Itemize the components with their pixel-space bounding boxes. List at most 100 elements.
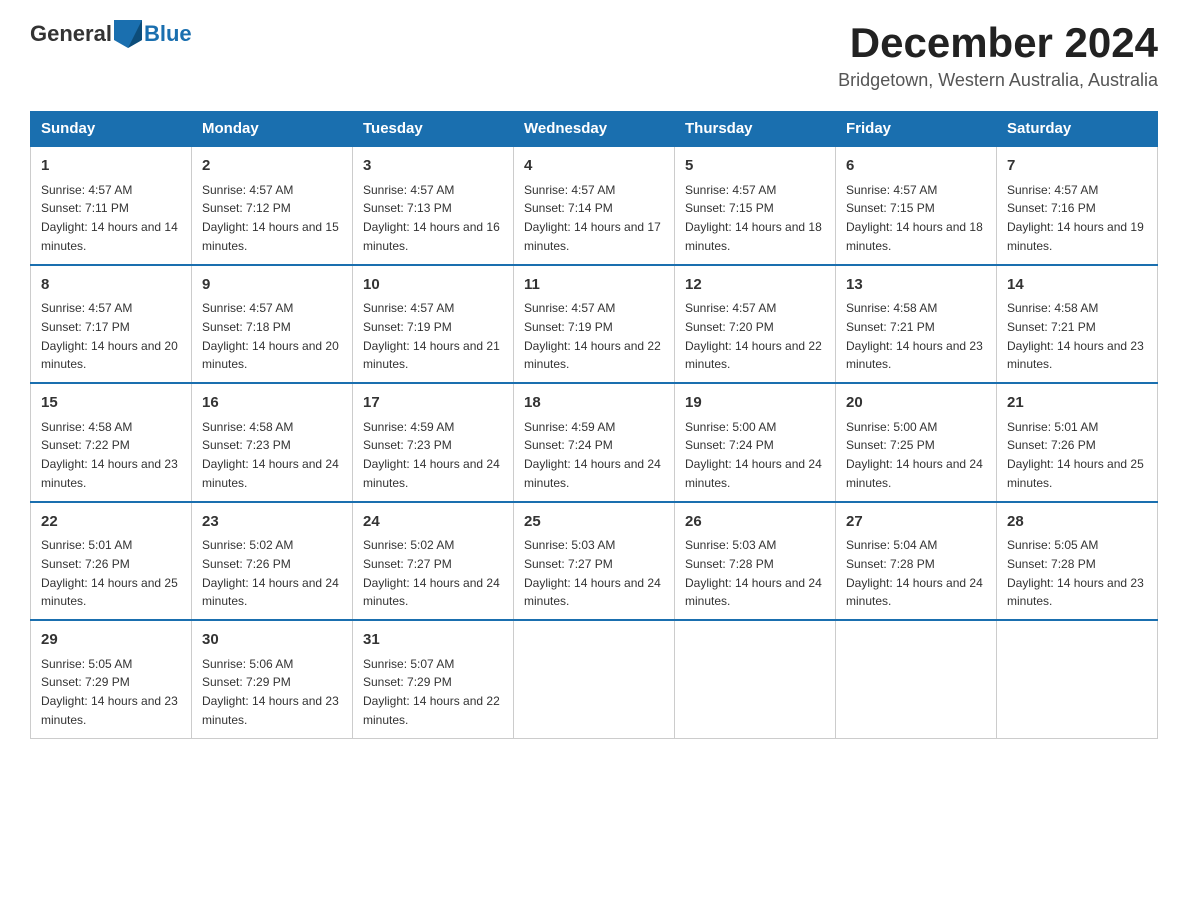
day-info: Sunrise: 4:58 AMSunset: 7:21 PMDaylight:… [1007, 301, 1144, 371]
day-info: Sunrise: 4:57 AMSunset: 7:16 PMDaylight:… [1007, 183, 1144, 253]
calendar-cell: 17 Sunrise: 4:59 AMSunset: 7:23 PMDayligh… [353, 383, 514, 502]
day-info: Sunrise: 4:59 AMSunset: 7:24 PMDaylight:… [524, 420, 661, 490]
header-saturday: Saturday [997, 112, 1158, 147]
logo-icon [114, 20, 142, 48]
logo-blue-text: Blue [144, 21, 192, 47]
day-number: 11 [524, 274, 664, 297]
day-number: 9 [202, 274, 342, 297]
day-info: Sunrise: 4:57 AMSunset: 7:18 PMDaylight:… [202, 301, 339, 371]
day-info: Sunrise: 4:59 AMSunset: 7:23 PMDaylight:… [363, 420, 500, 490]
calendar-cell [836, 620, 997, 738]
day-info: Sunrise: 4:57 AMSunset: 7:15 PMDaylight:… [846, 183, 983, 253]
day-number: 8 [41, 274, 181, 297]
calendar-cell: 9 Sunrise: 4:57 AMSunset: 7:18 PMDaylight… [192, 265, 353, 384]
calendar-cell: 28 Sunrise: 5:05 AMSunset: 7:28 PMDayligh… [997, 502, 1158, 621]
day-number: 30 [202, 629, 342, 652]
day-info: Sunrise: 5:01 AMSunset: 7:26 PMDaylight:… [1007, 420, 1144, 490]
day-number: 26 [685, 511, 825, 534]
day-info: Sunrise: 5:03 AMSunset: 7:28 PMDaylight:… [685, 538, 822, 608]
day-number: 3 [363, 155, 503, 178]
day-number: 7 [1007, 155, 1147, 178]
calendar-cell: 30Sunrise: 5:06 AMSunset: 7:29 PMDayligh… [192, 620, 353, 738]
day-info: Sunrise: 4:57 AMSunset: 7:15 PMDaylight:… [685, 183, 822, 253]
calendar-week-row: 1Sunrise: 4:57 AMSunset: 7:11 PMDaylight… [31, 146, 1158, 265]
calendar-cell: 20 Sunrise: 5:00 AMSunset: 7:25 PMDayligh… [836, 383, 997, 502]
day-number: 22 [41, 511, 181, 534]
day-number: 24 [363, 511, 503, 534]
logo: General Blue [30, 20, 192, 48]
calendar-cell: 25Sunrise: 5:03 AMSunset: 7:27 PMDayligh… [514, 502, 675, 621]
page-header: General Blue December 2024 Bridgetown, W… [30, 20, 1158, 91]
location-text: Bridgetown, Western Australia, Australia [838, 70, 1158, 91]
day-info: Sunrise: 5:01 AMSunset: 7:26 PMDaylight:… [41, 538, 178, 608]
calendar-cell: 5 Sunrise: 4:57 AMSunset: 7:15 PMDaylight… [675, 146, 836, 265]
day-number: 27 [846, 511, 986, 534]
day-info: Sunrise: 5:07 AMSunset: 7:29 PMDaylight:… [363, 657, 500, 727]
day-info: Sunrise: 4:57 AMSunset: 7:12 PMDaylight:… [202, 183, 339, 253]
calendar-cell: 29 Sunrise: 5:05 AMSunset: 7:29 PMDayligh… [31, 620, 192, 738]
day-number: 6 [846, 155, 986, 178]
month-title: December 2024 [838, 20, 1158, 66]
calendar-week-row: 8 Sunrise: 4:57 AMSunset: 7:17 PMDaylight… [31, 265, 1158, 384]
calendar-cell: 8 Sunrise: 4:57 AMSunset: 7:17 PMDaylight… [31, 265, 192, 384]
day-number: 15 [41, 392, 181, 415]
calendar-cell: 27 Sunrise: 5:04 AMSunset: 7:28 PMDayligh… [836, 502, 997, 621]
calendar-cell: 7 Sunrise: 4:57 AMSunset: 7:16 PMDaylight… [997, 146, 1158, 265]
day-info: Sunrise: 4:57 AMSunset: 7:17 PMDaylight:… [41, 301, 178, 371]
logo-general-text: General [30, 21, 112, 47]
title-block: December 2024 Bridgetown, Western Austra… [838, 20, 1158, 91]
calendar-week-row: 15 Sunrise: 4:58 AMSunset: 7:22 PMDayligh… [31, 383, 1158, 502]
header-tuesday: Tuesday [353, 112, 514, 147]
calendar-cell: 16 Sunrise: 4:58 AMSunset: 7:23 PMDayligh… [192, 383, 353, 502]
calendar-header-row: SundayMondayTuesdayWednesdayThursdayFrid… [31, 112, 1158, 147]
day-number: 4 [524, 155, 664, 178]
day-number: 10 [363, 274, 503, 297]
day-number: 17 [363, 392, 503, 415]
calendar-week-row: 29 Sunrise: 5:05 AMSunset: 7:29 PMDayligh… [31, 620, 1158, 738]
day-number: 29 [41, 629, 181, 652]
calendar-cell: 4 Sunrise: 4:57 AMSunset: 7:14 PMDaylight… [514, 146, 675, 265]
day-info: Sunrise: 4:58 AMSunset: 7:21 PMDaylight:… [846, 301, 983, 371]
header-friday: Friday [836, 112, 997, 147]
day-info: Sunrise: 4:57 AMSunset: 7:14 PMDaylight:… [524, 183, 661, 253]
day-number: 21 [1007, 392, 1147, 415]
day-info: Sunrise: 5:05 AMSunset: 7:28 PMDaylight:… [1007, 538, 1144, 608]
calendar-cell: 24 Sunrise: 5:02 AMSunset: 7:27 PMDayligh… [353, 502, 514, 621]
calendar-cell: 22 Sunrise: 5:01 AMSunset: 7:26 PMDayligh… [31, 502, 192, 621]
day-info: Sunrise: 5:00 AMSunset: 7:24 PMDaylight:… [685, 420, 822, 490]
day-number: 31 [363, 629, 503, 652]
calendar-cell: 14 Sunrise: 4:58 AMSunset: 7:21 PMDayligh… [997, 265, 1158, 384]
day-number: 12 [685, 274, 825, 297]
calendar-week-row: 22 Sunrise: 5:01 AMSunset: 7:26 PMDayligh… [31, 502, 1158, 621]
day-info: Sunrise: 4:57 AMSunset: 7:19 PMDaylight:… [524, 301, 661, 371]
calendar-cell: 12 Sunrise: 4:57 AMSunset: 7:20 PMDayligh… [675, 265, 836, 384]
calendar-cell: 18 Sunrise: 4:59 AMSunset: 7:24 PMDayligh… [514, 383, 675, 502]
header-thursday: Thursday [675, 112, 836, 147]
day-info: Sunrise: 5:02 AMSunset: 7:27 PMDaylight:… [363, 538, 500, 608]
day-number: 14 [1007, 274, 1147, 297]
calendar-cell: 19 Sunrise: 5:00 AMSunset: 7:24 PMDayligh… [675, 383, 836, 502]
day-info: Sunrise: 5:04 AMSunset: 7:28 PMDaylight:… [846, 538, 983, 608]
day-info: Sunrise: 4:58 AMSunset: 7:23 PMDaylight:… [202, 420, 339, 490]
calendar-cell: 23Sunrise: 5:02 AMSunset: 7:26 PMDayligh… [192, 502, 353, 621]
day-info: Sunrise: 4:57 AMSunset: 7:19 PMDaylight:… [363, 301, 500, 371]
calendar-cell: 10 Sunrise: 4:57 AMSunset: 7:19 PMDayligh… [353, 265, 514, 384]
day-info: Sunrise: 5:00 AMSunset: 7:25 PMDaylight:… [846, 420, 983, 490]
day-number: 16 [202, 392, 342, 415]
day-number: 5 [685, 155, 825, 178]
calendar-cell [514, 620, 675, 738]
calendar-cell [997, 620, 1158, 738]
header-monday: Monday [192, 112, 353, 147]
calendar-cell: 2 Sunrise: 4:57 AMSunset: 7:12 PMDaylight… [192, 146, 353, 265]
day-info: Sunrise: 5:05 AMSunset: 7:29 PMDaylight:… [41, 657, 178, 727]
day-info: Sunrise: 4:57 AMSunset: 7:13 PMDaylight:… [363, 183, 500, 253]
day-number: 18 [524, 392, 664, 415]
day-info: Sunrise: 5:03 AMSunset: 7:27 PMDaylight:… [524, 538, 661, 608]
calendar-cell: 11 Sunrise: 4:57 AMSunset: 7:19 PMDayligh… [514, 265, 675, 384]
day-number: 2 [202, 155, 342, 178]
day-number: 28 [1007, 511, 1147, 534]
day-number: 19 [685, 392, 825, 415]
day-info: Sunrise: 4:57 AMSunset: 7:20 PMDaylight:… [685, 301, 822, 371]
day-number: 20 [846, 392, 986, 415]
day-info: Sunrise: 4:58 AMSunset: 7:22 PMDaylight:… [41, 420, 178, 490]
